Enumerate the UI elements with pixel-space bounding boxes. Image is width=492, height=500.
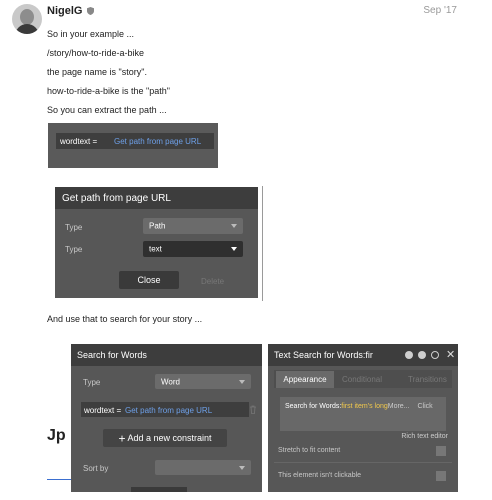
type-label: Type (65, 245, 83, 254)
not-clickable-checkbox[interactable] (436, 471, 446, 481)
sort-select[interactable] (155, 460, 251, 475)
content-highlight: first item's long (341, 403, 388, 410)
add-constraint-button[interactable]: + Add a new constraint (103, 429, 227, 447)
help-icon[interactable] (405, 351, 413, 359)
avatar[interactable] (12, 4, 42, 34)
stretch-checkbox[interactable] (436, 446, 446, 456)
rich-text-field[interactable]: Search for Words:first item's longMore..… (280, 397, 446, 431)
info-icon[interactable] (418, 351, 426, 359)
expression-screenshot: wordtext = Get path from page URL (48, 123, 218, 168)
content-prefix: Search for Words: (285, 403, 342, 410)
trash-icon[interactable] (249, 405, 257, 414)
close-button[interactable]: Close (119, 271, 179, 289)
content-more: More... (387, 403, 410, 410)
delete-button[interactable]: Delete (201, 277, 224, 286)
search-panel: Search for Words Type Word wordtext = Ge… (71, 344, 262, 492)
avatar-shoulders (15, 24, 39, 34)
plus-icon: + (118, 431, 126, 446)
post-paragraph: /story/how-to-ride-a-bike (47, 48, 145, 58)
stretch-label: Stretch to fit content (278, 447, 341, 454)
post-paragraph: So you can extract the path ... (47, 105, 167, 115)
text-panel-title: Text Search for Words:fir (274, 350, 373, 360)
scrollbar[interactable] (262, 186, 263, 301)
post-paragraph: So in your example ... (47, 29, 135, 39)
add-constraint-label: Add a new constraint (127, 433, 212, 443)
tab-appearance[interactable]: Appearance (276, 371, 334, 388)
underline (47, 479, 71, 480)
not-clickable-label: This element isn't clickable (278, 472, 362, 479)
post-paragraph: the page name is "story". (47, 67, 147, 77)
panel-footer-button[interactable] (131, 487, 187, 492)
tab-bar: Appearance Conditional Transitions (274, 370, 452, 388)
close-icon[interactable]: ✕ (446, 348, 455, 361)
chevron-down-icon (231, 247, 237, 251)
overlay-text: Jp (47, 427, 66, 444)
shield-icon (86, 7, 94, 16)
content-click: Click (417, 403, 433, 410)
text-panel-header: Text Search for Words:fir ✕ (268, 344, 458, 366)
type-select[interactable]: Path (143, 218, 243, 234)
type-select[interactable]: text (143, 241, 243, 257)
type-select-value: Path (149, 221, 166, 231)
search-panel-title: Search for Words (77, 350, 147, 360)
chevron-down-icon (239, 465, 245, 470)
constraint-label: wordtext = (84, 406, 122, 415)
type-select-value: Word (161, 377, 180, 386)
comment-icon[interactable] (431, 351, 439, 359)
post-paragraph: And use that to search for your story ..… (47, 314, 203, 324)
expression-value: Get path from page URL (114, 137, 202, 146)
search-panel-header: Search for Words (71, 344, 262, 366)
username[interactable]: NigelG (47, 5, 94, 17)
expression-label: wordtext = (60, 137, 98, 146)
type-label: Type (83, 378, 101, 387)
sort-label: Sort by (83, 464, 109, 473)
popup-header: Get path from page URL (55, 187, 258, 209)
username-text: NigelG (47, 5, 83, 17)
type-select[interactable]: Word (155, 374, 251, 389)
tab-conditional[interactable]: Conditional (342, 375, 382, 384)
get-path-popup: Get path from page URL Type Path Type te… (55, 187, 258, 298)
text-search-panel: Text Search for Words:fir ✕ Appearance C… (268, 344, 458, 492)
constraint-value: Get path from page URL (125, 406, 213, 415)
popup-title: Get path from page URL (62, 193, 171, 204)
avatar-face (20, 9, 34, 25)
type-label: Type (65, 223, 83, 232)
chevron-down-icon (231, 224, 237, 228)
post-paragraph: how-to-ride-a-bike is the "path" (47, 86, 170, 96)
expression-field: wordtext = Get path from page URL (56, 133, 214, 149)
post-date[interactable]: Sep '17 (423, 5, 457, 16)
tab-transitions[interactable]: Transitions (408, 375, 447, 384)
constraint-field[interactable]: wordtext = Get path from page URL (81, 402, 249, 417)
type-select-value: text (149, 244, 162, 254)
divider (274, 462, 452, 463)
chevron-down-icon (239, 379, 245, 384)
rich-text-editor-link[interactable]: Rich text editor (401, 433, 448, 440)
